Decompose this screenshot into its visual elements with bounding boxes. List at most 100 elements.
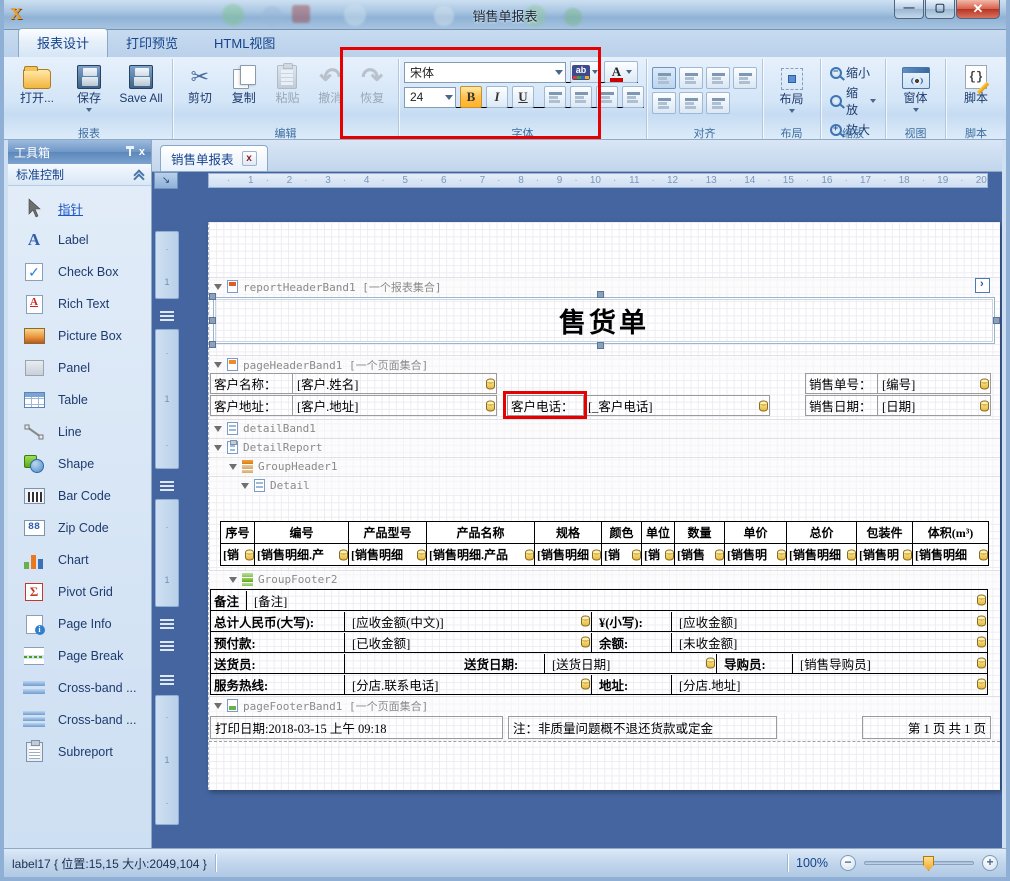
toolbox-item-checkbox[interactable]: ✓ Check Box: [8, 256, 151, 288]
report-title-label[interactable]: 售货单: [213, 297, 995, 344]
font-color-button[interactable]: A: [604, 61, 638, 83]
band-grip-handle[interactable]: [160, 311, 174, 321]
tab-report-design[interactable]: 报表设计: [18, 28, 108, 57]
selection-handle[interactable]: [209, 317, 216, 324]
toolbox-item-table[interactable]: Table: [8, 384, 151, 416]
toolbox-item-shape[interactable]: Shape: [8, 448, 151, 480]
field-customer-phone[interactable]: 客户电话： [_客户电话]: [507, 395, 770, 416]
detail-table-data-row[interactable]: [销 [销售明细.产 [销售明细 [销售明细.产品 [销售明细 [销 [销 [销…: [221, 544, 989, 566]
field-customer-address[interactable]: 客户地址： [客户.地址]: [210, 395, 497, 416]
toolbox-item-pivot-grid[interactable]: Σ Pivot Grid: [8, 576, 151, 608]
selection-handle[interactable]: [209, 341, 216, 348]
tab-html-view[interactable]: HTML视图: [196, 29, 293, 57]
toolbox-item-line[interactable]: Line: [8, 416, 151, 448]
field-customer-name[interactable]: 客户名称： [客户.姓名]: [210, 373, 497, 394]
paste-button[interactable]: 粘贴: [266, 61, 310, 107]
save-button[interactable]: 保存: [63, 61, 115, 114]
align-lefts-button[interactable]: [679, 67, 703, 89]
font-size-combobox[interactable]: 24: [404, 87, 456, 108]
snap-to-grid-button[interactable]: [652, 67, 676, 89]
highlight-color-button[interactable]: ab: [570, 61, 600, 83]
align-text-center-button[interactable]: [570, 86, 592, 108]
collapse-triangle-icon[interactable]: [214, 703, 222, 709]
selection-handle[interactable]: [209, 293, 216, 300]
ruler-corner-button[interactable]: ↘: [154, 172, 178, 189]
toolbox-item-page-info[interactable]: Page Info: [8, 608, 151, 640]
collapse-triangle-icon[interactable]: [214, 284, 222, 290]
summary-row-total[interactable]: 总计人民币(大写): [应收金额(中文)] ¥(小写): [应收金额]: [211, 611, 987, 632]
maximize-button[interactable]: ▢: [925, 0, 955, 19]
toolbox-item-label[interactable]: A Label: [8, 224, 151, 256]
band-group-header[interactable]: GroupHeader1: [209, 457, 1000, 475]
save-dropdown-icon[interactable]: [86, 108, 92, 112]
band-report-header[interactable]: reportHeaderBand1 [一个报表集合]: [209, 277, 1000, 295]
band-grip-handle[interactable]: [160, 641, 174, 651]
collapse-triangle-icon[interactable]: [214, 445, 222, 451]
toolbox-item-zip-code[interactable]: 88 Zip Code: [8, 512, 151, 544]
italic-button[interactable]: I: [486, 86, 508, 108]
toolbox-item-panel[interactable]: Panel: [8, 352, 151, 384]
toolbox-item-picture-box[interactable]: Picture Box: [8, 320, 151, 352]
close-button[interactable]: ✕: [956, 0, 1000, 19]
collapse-triangle-icon[interactable]: [241, 483, 249, 489]
detail-table-header-row[interactable]: 序号编号 产品型号产品名称 规格颜色 单位数量 单价总价 包装件体积(m³): [221, 522, 989, 544]
undo-button[interactable]: ↶ 撤消: [309, 61, 351, 107]
summary-table[interactable]: 备注 [备注] 总计人民币(大写): [应收金额(中文)] ¥(小写): [应收…: [210, 589, 988, 695]
window-view-button[interactable]: 窗体: [891, 61, 940, 114]
copy-button[interactable]: 复制: [222, 61, 266, 107]
band-grip-handle[interactable]: [160, 619, 174, 629]
align-middles-button[interactable]: [679, 92, 703, 114]
document-tab-sales-report[interactable]: 销售单报表 x: [160, 145, 268, 171]
print-date-label[interactable]: 打印日期:2018-03-15 上午 09:18: [210, 716, 503, 739]
toolbox-item-subreport[interactable]: Subreport: [8, 736, 151, 768]
band-grip-handle[interactable]: [160, 481, 174, 491]
field-sale-date[interactable]: 销售日期： [日期]: [805, 395, 991, 416]
toolbox-item-pointer[interactable]: 指针: [8, 192, 151, 224]
tab-print-preview[interactable]: 打印预览: [108, 29, 196, 57]
toolbox-item-rich-text[interactable]: A Rich Text: [8, 288, 151, 320]
selection-handle[interactable]: [597, 342, 604, 349]
align-text-right-button[interactable]: [596, 86, 618, 108]
close-icon[interactable]: x: [139, 146, 145, 158]
justify-button[interactable]: [622, 86, 644, 108]
align-bottoms-button[interactable]: [706, 92, 730, 114]
band-detail-report[interactable]: DetailReport: [209, 438, 1000, 456]
toolbox-item-bar-code[interactable]: Bar Code: [8, 480, 151, 512]
align-rights-button[interactable]: [733, 67, 757, 89]
toolbox-item-cross-band-box[interactable]: Cross-band ...: [8, 704, 151, 736]
detail-table[interactable]: 序号编号 产品型号产品名称 规格颜色 单位数量 单价总价 包装件体积(m³) […: [220, 521, 989, 566]
summary-row-delivery[interactable]: 送货员: 送货日期: [送货日期] 导购员: [销售导购员]: [211, 653, 987, 674]
minimize-button[interactable]: —: [894, 0, 924, 19]
band-page-header[interactable]: pageHeaderBand1 [一个页面集合]: [209, 355, 1000, 373]
redo-button[interactable]: ↷ 恢复: [351, 61, 393, 107]
collapse-triangle-icon[interactable]: [229, 577, 237, 583]
cut-button[interactable]: ✂ 剪切: [178, 61, 222, 107]
summary-row-prepaid[interactable]: 预付款: [已收金额] 余额: [未收金额]: [211, 632, 987, 653]
bold-button[interactable]: B: [460, 86, 482, 108]
collapse-triangle-icon[interactable]: [229, 464, 237, 470]
align-centers-button[interactable]: [706, 67, 730, 89]
save-all-button[interactable]: Save All: [115, 61, 167, 107]
toolbox-section-standard-controls[interactable]: 标准控制: [8, 164, 151, 186]
page-number-label[interactable]: 第 1 页 共 1 页: [862, 716, 991, 739]
close-tab-icon[interactable]: x: [242, 151, 257, 166]
field-order-number[interactable]: 销售单号： [编号]: [805, 373, 991, 394]
selection-handle[interactable]: [993, 317, 1000, 324]
align-text-left-button[interactable]: [544, 86, 566, 108]
band-grip-handle[interactable]: [160, 675, 174, 685]
band-page-footer[interactable]: pageFooterBand1 [一个页面集合]: [209, 696, 1000, 714]
pin-icon[interactable]: [125, 146, 135, 158]
summary-row-hotline[interactable]: 服务热线: [分店.联系电话] 地址: [分店.地址]: [211, 674, 987, 695]
toolbox-item-cross-band-line[interactable]: Cross-band ...: [8, 672, 151, 704]
zoom-button[interactable]: 缩放: [826, 83, 880, 119]
smart-tag-button[interactable]: [975, 278, 990, 293]
zoom-slider-thumb[interactable]: [923, 856, 934, 871]
zoom-out-button[interactable]: − 缩小: [826, 63, 880, 82]
underline-button[interactable]: U: [512, 86, 534, 108]
collapse-triangle-icon[interactable]: [214, 426, 222, 432]
zoom-in-circle-button[interactable]: +: [982, 855, 998, 871]
zoom-out-circle-button[interactable]: −: [840, 855, 856, 871]
layout-button[interactable]: 布局: [768, 61, 815, 115]
toolbox-item-chart[interactable]: Chart: [8, 544, 151, 576]
zoom-slider-track[interactable]: [864, 861, 974, 865]
